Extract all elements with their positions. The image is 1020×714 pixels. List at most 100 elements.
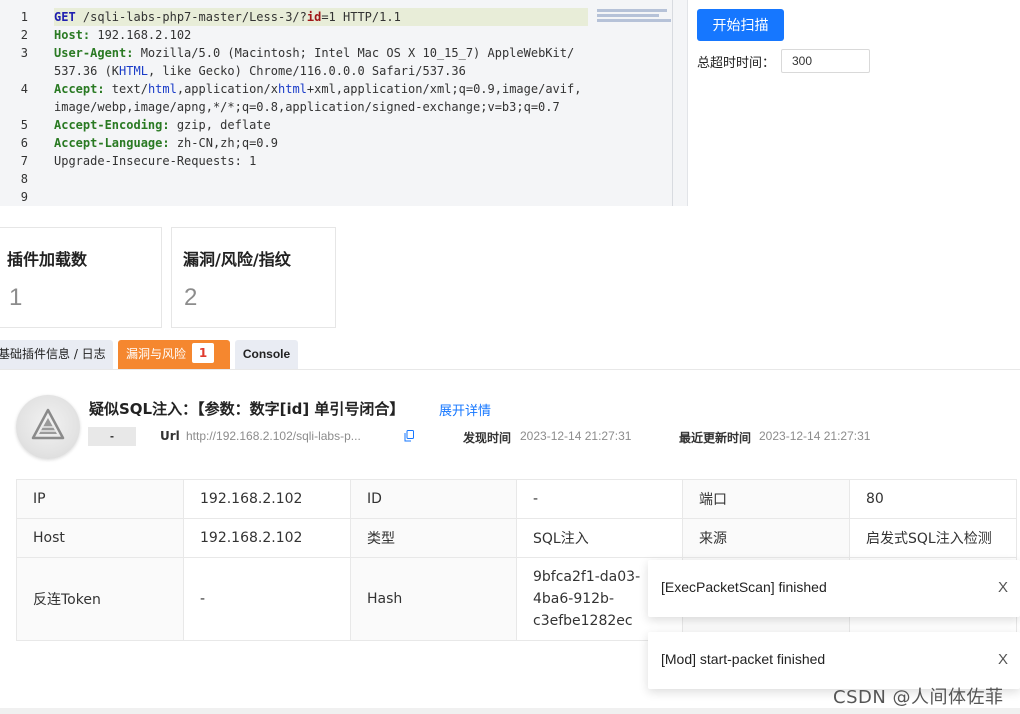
line-number: 1 (20, 10, 28, 24)
type-value: SQL注入 (516, 518, 683, 558)
code-token: 537.36 (K (54, 64, 120, 78)
url-value[interactable]: http://192.168.2.102/sqli-labs-p... (186, 429, 361, 443)
tab-vulnerabilities-label: 漏洞与风险 (126, 347, 187, 361)
code-line[interactable]: Accept-Language: zh-CN,zh;q=0.9 (54, 134, 588, 152)
code-token: zh-CN,zh;q=0.9 (169, 136, 278, 150)
expand-details-link[interactable]: 展开详情 (439, 400, 491, 419)
vulns-card: 漏洞/风险/指纹 2 (171, 227, 336, 328)
id-value: - (516, 479, 683, 519)
code-token: image/webp,image/apng,*/*;q=0.8,applicat… (54, 100, 560, 114)
line-number: 8 (20, 172, 28, 186)
notification-toast: [Mod] start-packet finished X (648, 632, 1020, 689)
token-label: 反连Token (16, 557, 184, 641)
line-number: 7 (20, 154, 28, 168)
url-label: Url (160, 429, 180, 443)
vuln-title: 疑似SQL注入：【参数：数字[id] 单引号闭合】 (89, 400, 405, 418)
source-label: 来源 (682, 518, 850, 558)
code-token: /sqli-labs-php7-master/Less-3/? (82, 10, 307, 24)
bottom-bar (0, 708, 1020, 714)
code-token: Upgrade-Insecure-Requests: 1 (54, 154, 257, 168)
source-value: 启发式SQL注入检测 (849, 518, 1017, 558)
code-line[interactable]: User-Agent: Mozilla/5.0 (Macintosh; Inte… (54, 44, 588, 62)
vulns-label: 漏洞/风险/指纹 (183, 250, 291, 269)
code-token: , like Gecko) Chrome/116.0.0.0 Safari/53… (147, 64, 466, 78)
code-token: GET (54, 10, 83, 24)
plugins-loaded-label: 插件加载数 (7, 250, 88, 269)
id-label: ID (350, 479, 517, 519)
line-number (0, 98, 40, 116)
hash-line: 9bfca2f1-da03- (533, 569, 641, 585)
close-icon[interactable]: X (998, 579, 1008, 596)
code-token: html (147, 82, 177, 96)
line-number: 5 (20, 118, 28, 132)
request-editor[interactable]: 1 2 3 4 5 6 7 8 9 GET /sqli-labs-php7-master/Les… (0, 0, 688, 206)
line-number: 3 (20, 46, 28, 60)
found-time-value: 2023-12-14 21:27:31 (520, 429, 632, 443)
code-line[interactable]: Accept: text/html,application/xhtml+xml,… (54, 80, 588, 98)
timeout-input[interactable] (781, 49, 870, 73)
request-code[interactable]: GET /sqli-labs-php7-master/Less-3/?id=1 … (54, 8, 588, 206)
vuln-count-badge: 1 (192, 343, 215, 363)
plugins-loaded-value: 1 (9, 284, 23, 311)
host-value: 192.168.2.102 (183, 518, 351, 558)
code-line[interactable]: GET /sqli-labs-php7-master/Less-3/?id=1 … (54, 8, 588, 26)
code-line[interactable]: Host: 192.168.2.102 (54, 26, 588, 44)
close-icon[interactable]: X (998, 651, 1008, 668)
code-token: Accept-Encoding: (54, 118, 170, 132)
code-line[interactable]: Accept-Encoding: gzip, deflate (54, 116, 588, 134)
code-token: text/ (104, 82, 148, 96)
notification-message: [ExecPacketScan] finished (661, 579, 827, 595)
tab-base-plugin-info[interactable]: 基础插件信息 / 日志 (0, 340, 113, 369)
updated-time-label: 最近更新时间 (679, 431, 752, 445)
line-number-gutter: 1 2 3 4 5 6 7 8 9 (0, 8, 40, 206)
result-tabs: 基础插件信息 / 日志 漏洞与风险 1 Console (0, 340, 1020, 370)
code-line[interactable]: image/webp,image/apng,*/*;q=0.8,applicat… (54, 98, 588, 116)
line-number: 9 (20, 190, 28, 204)
table-row: IP 192.168.2.102 ID - 端口 80 (16, 479, 1017, 519)
tab-vulnerabilities[interactable]: 漏洞与风险 1 (118, 340, 230, 369)
code-line[interactable]: Upgrade-Insecure-Requests: 1 (54, 152, 588, 170)
code-token: ,application/x (176, 82, 278, 96)
code-token: id (306, 10, 322, 24)
timeout-label: 总超时时间： (697, 56, 776, 71)
code-token: Accept-Language: (54, 136, 170, 150)
code-token: Mozilla/5.0 (Macintosh; Intel Mac OS X 1… (133, 46, 575, 60)
token-value: - (183, 557, 351, 641)
code-token: gzip, deflate (169, 118, 271, 132)
code-token: User-Agent: (54, 46, 134, 60)
vuln-level-badge: - (88, 427, 136, 446)
line-number (0, 62, 40, 80)
code-line[interactable] (54, 170, 588, 188)
start-scan-button[interactable]: 开始扫描 (697, 9, 784, 41)
notification-message: [Mod] start-packet finished (661, 651, 826, 667)
code-token: 192.168.2.102 (90, 28, 192, 42)
ip-value: 192.168.2.102 (183, 479, 351, 519)
tab-console[interactable]: Console (235, 340, 298, 369)
code-token: +xml,application/xml;q=0.9,image/avif, (306, 82, 582, 96)
ip-label: IP (16, 479, 184, 519)
line-number: 2 (20, 28, 28, 42)
vulns-value: 2 (184, 284, 198, 311)
code-token: Accept: (54, 82, 105, 96)
watermark: CSDN @人间体佐菲 (833, 687, 1004, 708)
code-token: html (278, 82, 307, 96)
code-token: HTML (119, 64, 148, 78)
code-token: Host: (54, 28, 91, 42)
port-label: 端口 (682, 479, 850, 519)
hash-line: c3efbe1282ec (533, 613, 633, 629)
host-label: Host (16, 518, 184, 558)
port-value: 80 (849, 479, 1017, 519)
editor-minimap[interactable] (597, 9, 671, 29)
code-line[interactable] (54, 188, 588, 206)
plugins-loaded-card: 插件加载数 1 (0, 227, 162, 328)
notification-toast: [ExecPacketScan] finished X (648, 560, 1020, 617)
copy-icon[interactable] (404, 430, 414, 442)
editor-scrollbar[interactable] (672, 0, 673, 206)
table-row: Host 192.168.2.102 类型 SQL注入 来源 启发式SQL注入检… (16, 518, 1017, 558)
line-number: 4 (20, 82, 28, 96)
found-time-label: 发现时间 (463, 431, 512, 445)
hash-label: Hash (350, 557, 517, 641)
vuln-level-icon (16, 395, 80, 459)
code-line[interactable]: 537.36 (KHTML, like Gecko) Chrome/116.0.… (54, 62, 588, 80)
code-token: =1 HTTP/1.1 (321, 10, 401, 24)
